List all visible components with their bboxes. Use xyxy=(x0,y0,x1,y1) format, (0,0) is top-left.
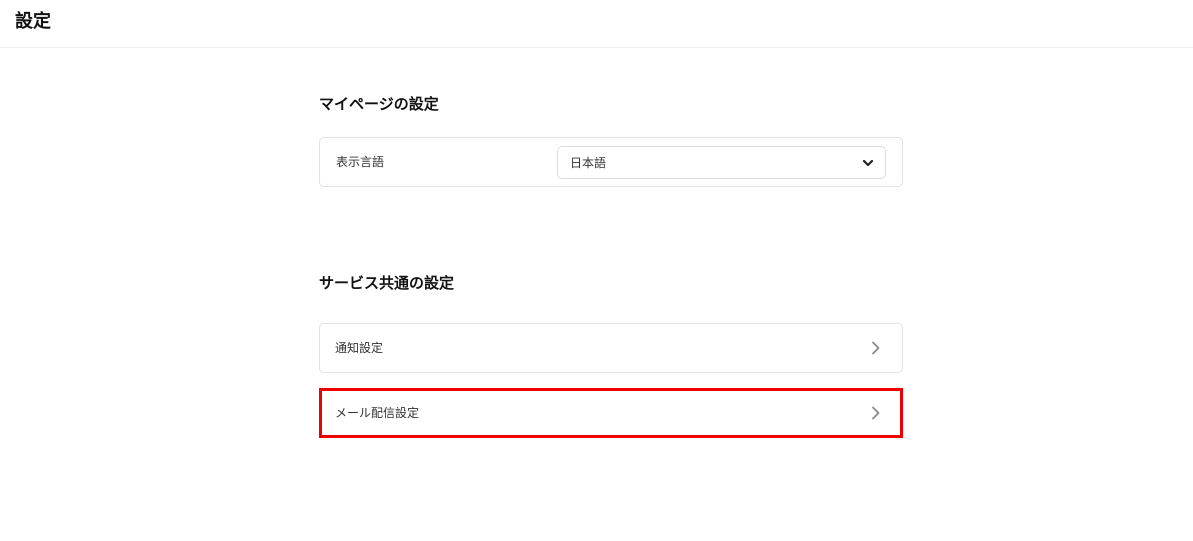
language-select-value: 日本語 xyxy=(570,156,607,170)
chevron-right-icon xyxy=(872,341,880,355)
mypage-settings-heading: マイページの設定 xyxy=(319,95,439,113)
page-header: 設定 xyxy=(0,0,1193,48)
language-label: 表示言語 xyxy=(336,155,385,169)
notification-settings-label: 通知設定 xyxy=(335,341,384,355)
notification-settings-item[interactable]: 通知設定 xyxy=(319,323,903,373)
page-title: 設定 xyxy=(15,11,51,32)
chevron-right-icon xyxy=(872,406,880,420)
common-settings-heading: サービス共通の設定 xyxy=(319,274,455,292)
language-setting-card: 表示言語 日本語 xyxy=(319,137,903,187)
mail-delivery-settings-label: メール配信設定 xyxy=(335,406,420,420)
mail-delivery-settings-item[interactable]: メール配信設定 xyxy=(319,388,903,438)
language-select[interactable]: 日本語 xyxy=(557,146,886,179)
chevron-down-icon xyxy=(862,159,874,167)
